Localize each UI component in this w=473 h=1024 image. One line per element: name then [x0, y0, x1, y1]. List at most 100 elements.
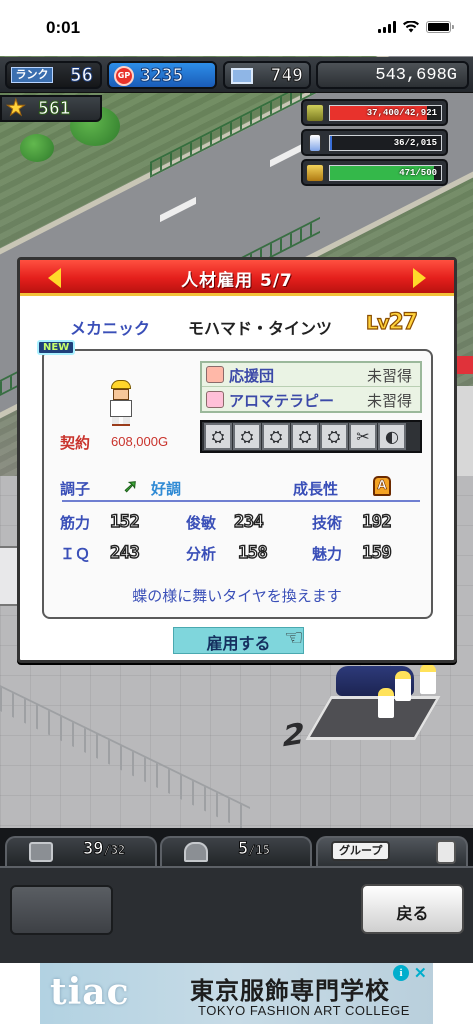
resource-text: 37,400/42,921	[366, 108, 437, 118]
rank-label: ランク	[11, 67, 53, 83]
growth-label: 成長性	[293, 480, 339, 498]
equipment-slot-icon[interactable]: ⛭	[233, 423, 261, 450]
barrel-icon	[306, 104, 324, 122]
pit-crew-member	[395, 671, 411, 701]
tab-crate[interactable]: 39/32	[5, 836, 157, 866]
ad-brand-logo: tiac	[50, 971, 130, 1013]
resource-bar-wheat[interactable]: 471/500	[301, 159, 448, 186]
wheat-icon	[306, 164, 324, 182]
money-value: 543,698G	[375, 66, 457, 85]
back-button[interactable]: 戻る	[361, 884, 464, 934]
equipment-slot-icon[interactable]: ⛭	[262, 423, 290, 450]
aroma-skill-icon	[206, 391, 224, 408]
stat-value: 243	[109, 542, 140, 563]
fan-star-display[interactable]: ★ 561	[0, 95, 102, 122]
stat-label: ＩＱ	[60, 545, 91, 563]
condition-value: 好調	[151, 480, 182, 498]
stats-divider	[62, 500, 420, 502]
stat-label: 技術	[312, 514, 343, 532]
level-prefix: Lv	[365, 311, 390, 334]
ad-banner[interactable]: tiac 東京服飾専門学校 TOKYO FASHION ART COLLEGE …	[0, 963, 473, 1024]
top-hud: ランク 56 GP 3235 749 543,698G	[0, 57, 473, 93]
tree	[20, 134, 54, 162]
computer-icon	[231, 68, 253, 84]
equipment-slot-icon[interactable]: ⛭	[291, 423, 319, 450]
research-points-display[interactable]: 749	[223, 61, 311, 89]
star-value: 561	[38, 98, 72, 120]
status-bar: 0:01	[0, 0, 473, 56]
status-icons	[378, 21, 454, 33]
rank-display[interactable]: ランク 56	[5, 61, 102, 89]
equipment-slot-icon[interactable]: ◐	[378, 423, 406, 450]
tab-garage[interactable]: 5/15	[160, 836, 312, 866]
ad-title: 東京服飾専門学校	[190, 976, 390, 1005]
group-label: グループ	[331, 841, 391, 861]
ad-close-icon[interactable]: ✕	[414, 964, 427, 982]
dialog-header: 人材雇用 5/7	[20, 260, 454, 296]
gp-icon: GP	[114, 66, 134, 86]
resource-bar-fuel[interactable]: 37,400/42,921	[301, 99, 448, 126]
new-badge: NEW	[37, 340, 76, 355]
growth-grade-badge: A	[373, 476, 391, 496]
wifi-icon	[403, 21, 419, 33]
garage-count: 5/15	[238, 839, 271, 860]
job-title: メカニック	[70, 319, 151, 338]
skill-name: アロマテラピー	[229, 392, 335, 410]
back-button-label: 戻る	[396, 904, 429, 923]
garage-icon	[184, 842, 208, 862]
dialog-title: 人材雇用 5/7	[181, 271, 293, 291]
mechanic-sprite	[106, 380, 136, 426]
skills-list: 応援団 未習得 アロマテラピー 未習得	[200, 361, 422, 413]
gp-display[interactable]: GP 3235	[107, 61, 217, 89]
stat-label: 俊敏	[186, 514, 217, 532]
condition-up-arrow-icon: ➚	[122, 476, 139, 498]
next-candidate-arrow-icon[interactable]	[413, 268, 426, 288]
rank-value: 56	[70, 64, 94, 87]
stat-value: 158	[237, 542, 268, 563]
equipment-slot-icon[interactable]: ⛭	[204, 423, 232, 450]
resource-fill	[330, 136, 333, 150]
battery-icon	[426, 21, 454, 33]
equipment-slot-icon[interactable]: ⛭	[320, 423, 348, 450]
gp-value: 3235	[139, 65, 184, 87]
pointing-hand-icon: ☜	[284, 626, 304, 651]
skill-name: 応援団	[229, 367, 275, 385]
contract-label: 契約	[60, 434, 91, 452]
level-value: 27	[388, 309, 419, 335]
stat-label: 筋力	[60, 514, 91, 532]
skill-status: 未習得	[366, 392, 412, 410]
contract-value: 608,000G	[111, 434, 169, 449]
crate-icon	[29, 842, 53, 862]
crate-count: 39/32	[83, 839, 126, 860]
skill-status: 未習得	[366, 367, 412, 385]
condition-label: 調子	[60, 480, 91, 498]
robot-icon	[436, 840, 456, 864]
skill-row[interactable]: 応援団 未習得	[202, 363, 420, 387]
staff-name: モハマド・タインツ	[188, 319, 333, 338]
stat-value: 152	[109, 511, 140, 532]
tab-group[interactable]: グループ	[316, 836, 468, 866]
recruit-dialog: 人材雇用 5/7 メカニック モハマド・タインツ Lv27 NEW 契約 608…	[17, 257, 457, 663]
empty-action-button[interactable]	[10, 885, 113, 935]
status-time: 0:01	[46, 18, 81, 37]
stat-label: 魅力	[312, 545, 343, 563]
skill-row[interactable]: アロマテラピー 未習得	[202, 388, 420, 412]
pit-crew-member	[420, 664, 436, 694]
cheer-skill-icon	[206, 366, 224, 383]
cellular-signal-icon	[378, 21, 396, 33]
stat-value: 159	[361, 542, 392, 563]
stat-value: 192	[361, 511, 392, 532]
resource-bar-bottle[interactable]: 36/2,015	[301, 129, 448, 156]
flavor-text: 蝶の様に舞いタイヤを換えます	[132, 587, 342, 605]
stat-value: 234	[233, 511, 264, 532]
ad-subtitle: TOKYO FASHION ART COLLEGE	[198, 1003, 410, 1018]
bottle-icon	[309, 134, 321, 152]
ad-image[interactable]: tiac 東京服飾専門学校 TOKYO FASHION ART COLLEGE	[40, 963, 433, 1024]
bottom-menu: 39/32 5/15 グループ 戻る	[0, 828, 473, 963]
equipment-slots: ⛭ ⛭ ⛭ ⛭ ⛭ ✂ ◐	[200, 420, 422, 453]
money-display[interactable]: 543,698G	[316, 61, 469, 89]
equipment-slot-icon[interactable]: ✂	[349, 423, 377, 450]
ad-info-icon[interactable]: i	[393, 965, 409, 981]
level-display: Lv27	[365, 309, 419, 335]
stat-label: 分析	[186, 545, 217, 563]
